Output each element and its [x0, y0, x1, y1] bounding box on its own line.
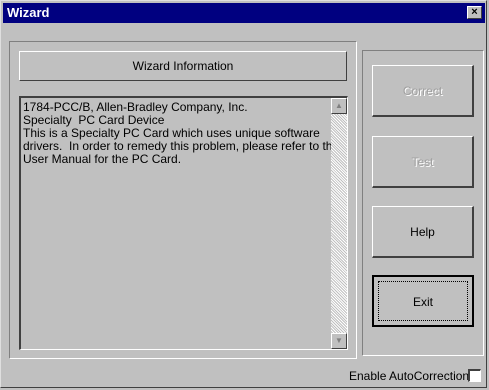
info-textbox[interactable]: 1784-PCC/B, Allen-Bradley Company, Inc. …	[19, 96, 348, 350]
arrow-up-icon: ▲	[335, 101, 343, 110]
correct-button-label: Correct	[402, 84, 443, 98]
arrow-down-icon: ▼	[335, 336, 343, 345]
wizard-information-header: Wizard Information	[19, 51, 347, 81]
enable-autocorrection-checkbox[interactable]	[468, 369, 481, 382]
vertical-scrollbar[interactable]: ▲ ▼	[331, 98, 347, 349]
title-bar[interactable]: Wizard ×	[3, 3, 485, 23]
wizard-window: Wizard × Wizard Information 1784-PCC/B, …	[0, 0, 487, 388]
info-text: 1784-PCC/B, Allen-Bradley Company, Inc. …	[23, 101, 339, 166]
enable-autocorrection-label[interactable]: Enable AutoCorrection	[349, 369, 469, 383]
exit-button[interactable]: Exit	[372, 275, 474, 327]
info-line: User Manual for the PC Card.	[23, 152, 182, 166]
test-button[interactable]: Test	[372, 136, 474, 188]
wizard-information-label: Wizard Information	[132, 59, 234, 73]
help-button[interactable]: Help	[372, 206, 474, 258]
close-icon: ×	[471, 6, 478, 18]
scroll-down-button[interactable]: ▼	[331, 333, 347, 349]
scroll-up-button[interactable]: ▲	[331, 98, 347, 114]
focus-rectangle	[378, 281, 468, 321]
test-button-label: Test	[411, 155, 434, 169]
help-button-label: Help	[410, 225, 435, 239]
correct-button[interactable]: Correct	[372, 65, 474, 117]
close-button[interactable]: ×	[467, 6, 482, 19]
window-title: Wizard	[7, 5, 50, 20]
